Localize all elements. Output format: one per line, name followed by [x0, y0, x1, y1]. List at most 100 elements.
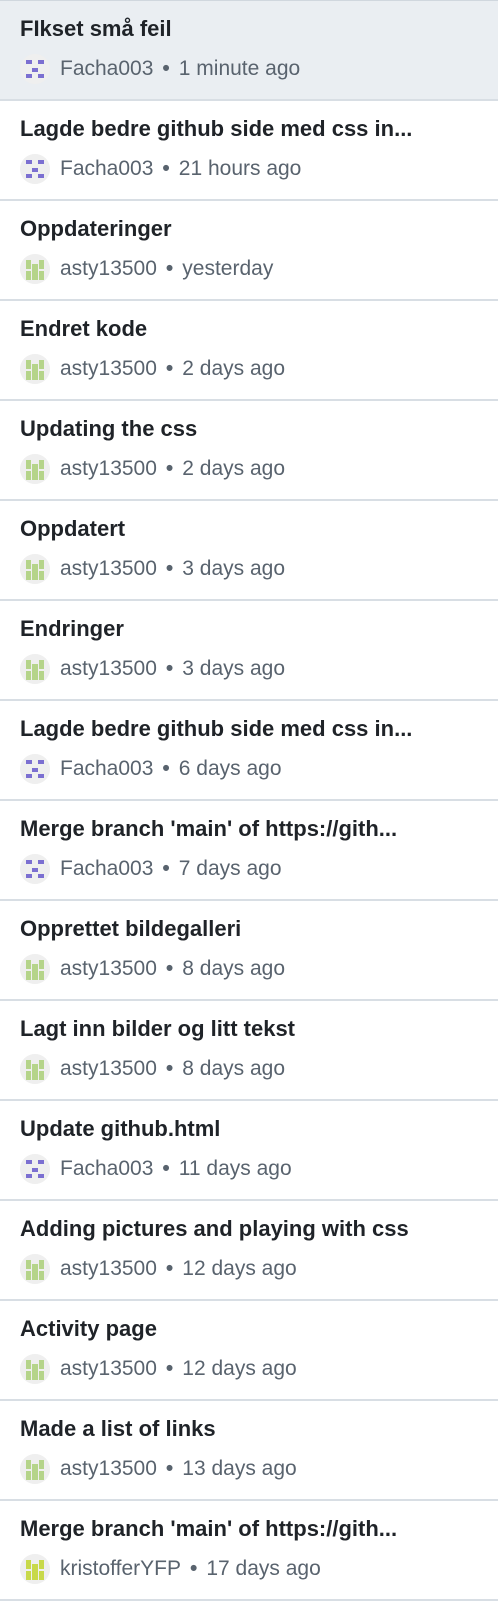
commit-meta: asty13500 • 8 days ago — [20, 954, 478, 984]
commit-title: Update github.html — [20, 1116, 221, 1141]
commit-author: asty13500 — [60, 1257, 157, 1280]
author-avatar-icon — [20, 1254, 50, 1284]
commit-item[interactable]: Opprettet bildegalleri asty13500 • 8 day… — [0, 901, 498, 1001]
author-avatar-icon — [20, 1054, 50, 1084]
author-avatar-icon — [20, 1554, 50, 1584]
meta-separator: • — [162, 757, 170, 780]
meta-separator: • — [165, 1257, 174, 1280]
commit-item[interactable]: Lagde bedre github side med css in... Fa… — [0, 701, 498, 801]
commit-item[interactable]: Update github.html Facha003 • 11 days ag… — [0, 1101, 498, 1201]
commit-meta: asty13500 • 12 days ago — [20, 1354, 478, 1384]
commit-title: Oppdatert — [20, 516, 126, 541]
author-avatar-icon — [20, 354, 50, 384]
author-avatar-icon — [20, 554, 50, 584]
commit-meta: kristofferYFP • 17 days ago — [20, 1554, 478, 1584]
commit-author: asty13500 — [60, 1457, 157, 1480]
commit-author: Facha003 — [60, 857, 154, 880]
commit-meta: asty13500 • yesterday — [20, 254, 478, 284]
commit-item[interactable]: Endringer asty13500 • 3 days ago — [0, 601, 498, 701]
commit-time: 13 days ago — [182, 1457, 297, 1480]
commit-item[interactable]: Lagde bedre github side med css in... Fa… — [0, 101, 498, 201]
commit-title: Merge branch 'main' of https://gith... — [20, 1516, 398, 1541]
commit-title: Activity page — [20, 1316, 157, 1341]
author-avatar-icon — [20, 54, 50, 84]
meta-separator: • — [165, 1457, 174, 1480]
commit-time: yesterday — [182, 257, 274, 280]
commit-author: asty13500 — [60, 557, 157, 580]
commit-author: kristofferYFP — [60, 1557, 181, 1580]
commit-title: Updating the css — [20, 416, 198, 441]
commit-time: 1 minute ago — [178, 57, 301, 80]
commit-time: 8 days ago — [182, 957, 286, 980]
commit-title: Lagde bedre github side med css in... — [20, 116, 413, 141]
commit-item[interactable]: Endret kode asty13500 • 2 days ago — [0, 301, 498, 401]
commit-title: Endringer — [20, 616, 124, 641]
commit-author: Facha003 — [60, 1157, 154, 1180]
commit-meta: Facha003 • 7 days ago — [20, 854, 478, 884]
commit-item[interactable]: Made a list of links asty13500 • 13 days… — [0, 1401, 498, 1501]
commit-title: Opprettet bildegalleri — [20, 916, 242, 941]
commit-time: 3 days ago — [182, 657, 286, 680]
meta-separator: • — [165, 957, 174, 980]
commit-meta: asty13500 • 2 days ago — [20, 454, 478, 484]
commit-author: asty13500 — [60, 957, 157, 980]
author-avatar-icon — [20, 954, 50, 984]
author-avatar-icon — [20, 1154, 50, 1184]
commit-time: 11 days ago — [178, 1157, 292, 1180]
commit-meta: asty13500 • 13 days ago — [20, 1454, 478, 1484]
commit-list: FIkset små feil Facha003 • 1 minute ago … — [0, 0, 498, 1601]
meta-separator: • — [165, 657, 174, 680]
author-avatar-icon — [20, 1454, 50, 1484]
commit-time: 3 days ago — [182, 557, 286, 580]
author-avatar-icon — [20, 754, 50, 784]
commit-item[interactable]: Activity page asty13500 • 12 days ago — [0, 1301, 498, 1401]
author-avatar-icon — [20, 1354, 50, 1384]
meta-separator: • — [165, 557, 174, 580]
commit-title: Lagt inn bilder og litt tekst — [20, 1016, 295, 1041]
meta-separator: • — [165, 1057, 174, 1080]
meta-separator: • — [165, 1357, 174, 1380]
commit-author: asty13500 — [60, 657, 157, 680]
commit-item[interactable]: Adding pictures and playing with css ast… — [0, 1201, 498, 1301]
commit-meta: asty13500 • 2 days ago — [20, 354, 478, 384]
author-avatar-icon — [20, 654, 50, 684]
commit-author: asty13500 — [60, 457, 157, 480]
commit-title: Endret kode — [20, 316, 148, 341]
meta-separator: • — [162, 1157, 170, 1180]
commit-item[interactable]: Merge branch 'main' of https://gith... k… — [0, 1501, 498, 1601]
commit-item[interactable]: FIkset små feil Facha003 • 1 minute ago — [0, 1, 498, 101]
commit-time: 8 days ago — [182, 1057, 286, 1080]
meta-separator: • — [189, 1557, 198, 1580]
commit-author: asty13500 — [60, 257, 157, 280]
commit-author: asty13500 — [60, 1057, 157, 1080]
commit-time: 21 hours ago — [178, 157, 302, 180]
commit-author: Facha003 — [60, 57, 154, 80]
commit-author: asty13500 — [60, 1357, 157, 1380]
commit-title: Oppdateringer — [20, 216, 172, 241]
commit-time: 12 days ago — [182, 1257, 297, 1280]
meta-separator: • — [162, 857, 170, 880]
meta-separator: • — [165, 257, 174, 280]
commit-meta: asty13500 • 12 days ago — [20, 1254, 478, 1284]
commit-author: Facha003 — [60, 157, 154, 180]
commit-meta: Facha003 • 11 days ago — [20, 1154, 478, 1184]
commit-meta: Facha003 • 6 days ago — [20, 754, 478, 784]
commit-meta: Facha003 • 1 minute ago — [20, 54, 478, 84]
meta-separator: • — [165, 357, 174, 380]
commit-meta: asty13500 • 3 days ago — [20, 654, 478, 684]
commit-title: Lagde bedre github side med css in... — [20, 716, 413, 741]
author-avatar-icon — [20, 254, 50, 284]
commit-item[interactable]: Merge branch 'main' of https://gith... F… — [0, 801, 498, 901]
commit-item[interactable]: Oppdatert asty13500 • 3 days ago — [0, 501, 498, 601]
commit-item[interactable]: Updating the css asty13500 • 2 days ago — [0, 401, 498, 501]
author-avatar-icon — [20, 454, 50, 484]
commit-time: 6 days ago — [178, 757, 282, 780]
commit-meta: Facha003 • 21 hours ago — [20, 154, 478, 184]
commit-item[interactable]: Lagt inn bilder og litt tekst asty13500 … — [0, 1001, 498, 1101]
meta-separator: • — [162, 57, 170, 80]
commit-item[interactable]: Oppdateringer asty13500 • yesterday — [0, 201, 498, 301]
author-avatar-icon — [20, 854, 50, 884]
commit-meta: asty13500 • 3 days ago — [20, 554, 478, 584]
commit-time: 12 days ago — [182, 1357, 297, 1380]
commit-meta: asty13500 • 8 days ago — [20, 1054, 478, 1084]
